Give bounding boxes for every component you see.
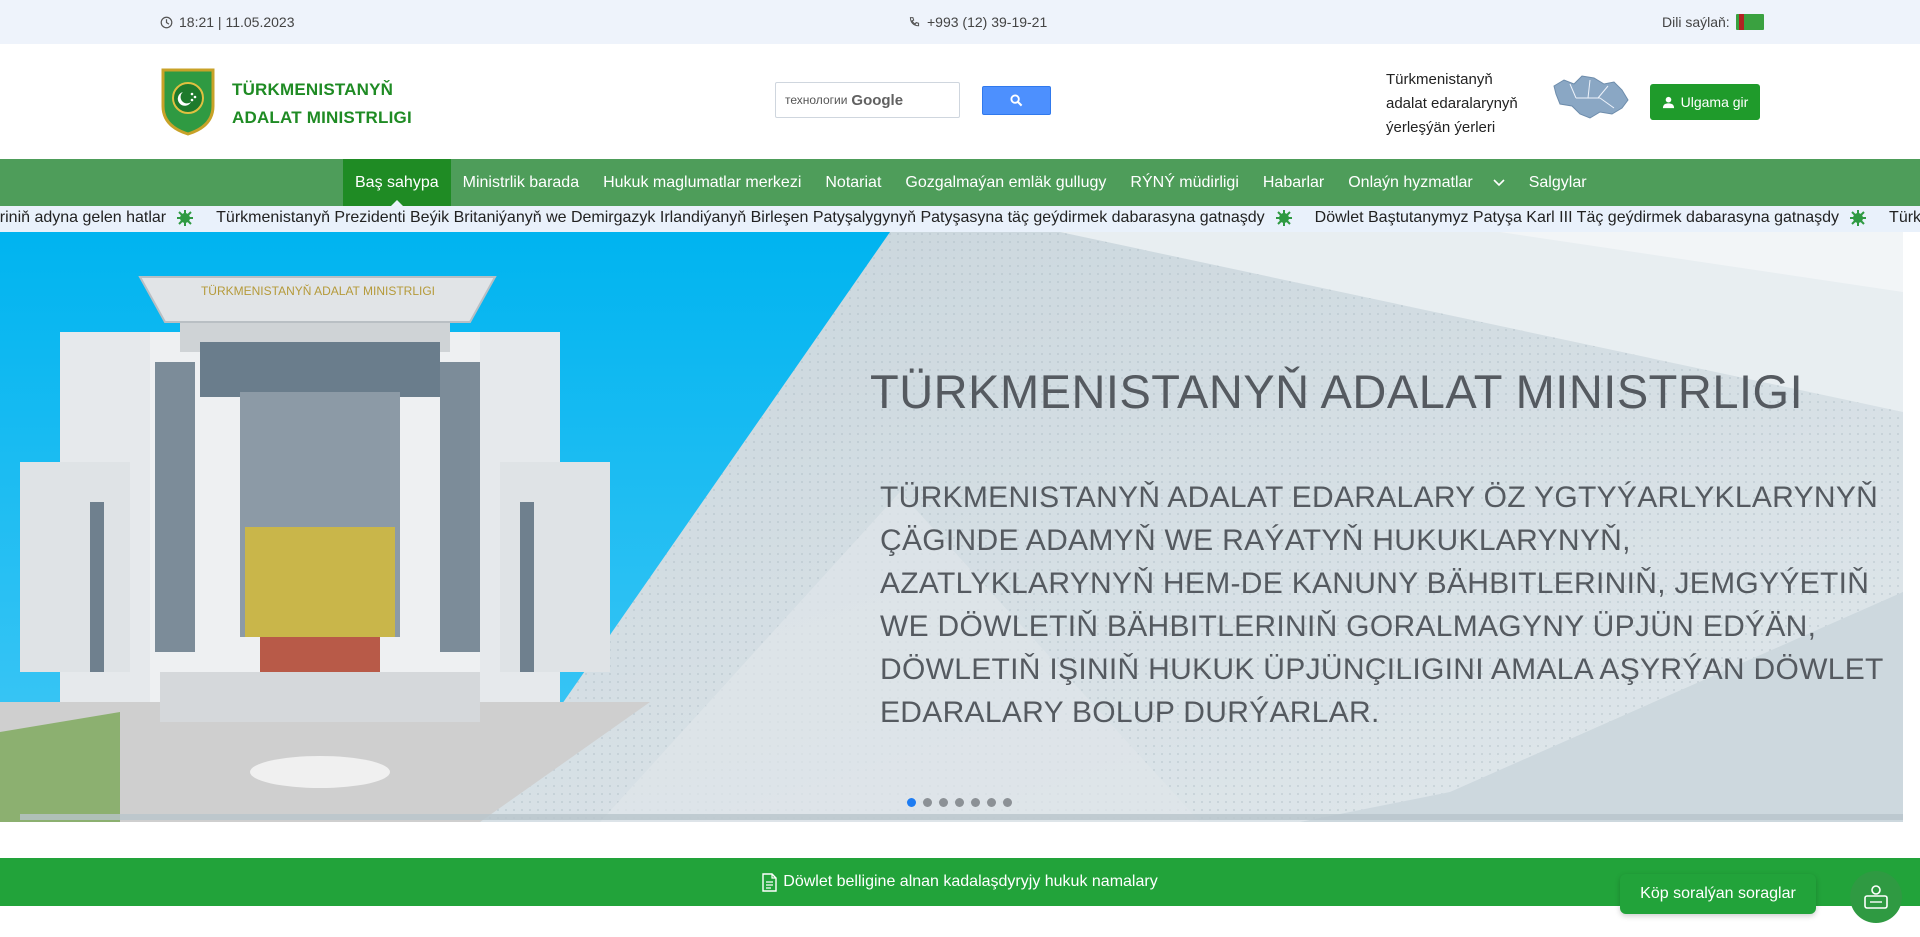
search-icon	[1010, 94, 1023, 107]
login-button[interactable]: Ulgama gir	[1650, 84, 1760, 120]
main-navigation: Baş sahypa Ministrlik barada Hukuk maglu…	[0, 159, 1920, 206]
locations-link[interactable]: Türkmenistanyň adalat edaralarynyň ýerle…	[1386, 68, 1536, 140]
emblem-separator-icon	[1850, 210, 1867, 226]
brand-line-1: TÜRKMENISTANYŇ	[232, 80, 394, 99]
emblem-logo-icon[interactable]	[159, 66, 217, 136]
nav-item-real-estate[interactable]: Gozgalmaýan emläk gullugy	[893, 159, 1118, 206]
brand-line-2: ADALAT MINISTRLIGI	[232, 108, 412, 127]
slider-dot[interactable]	[971, 798, 980, 807]
phone[interactable]: +993 (12) 39-19-21	[908, 14, 1047, 30]
support-person-icon	[1864, 885, 1888, 909]
nav-item-contacts[interactable]: Salgylar	[1517, 159, 1599, 206]
nav-item-legal-info-center[interactable]: Hukuk maglumatlar merkezi	[591, 159, 813, 206]
slide-title: TÜRKMENISTANYŇ ADALAT MINISTRLIGI	[870, 365, 1804, 418]
ticker-item[interactable]: deriniň adyna gelen hatlar	[0, 209, 166, 227]
slider-dot[interactable]	[939, 798, 948, 807]
slider-dot[interactable]	[987, 798, 996, 807]
news-ticker: deriniň adyna gelen hatlar Türkmenistany…	[0, 206, 1920, 232]
nav-item-notary[interactable]: Notariat	[813, 159, 893, 206]
search-input[interactable]: технологии Google	[775, 82, 960, 118]
ticker-item[interactable]: Türkmenistanyň Prezidenti Beýik Britaniý…	[216, 209, 1265, 227]
ministry-name[interactable]: TÜRKMENISTANYŇ ADALAT MINISTRLIGI	[232, 76, 412, 132]
hero-slider[interactable]: TÜRKMENISTANYŇ ADALAT MINISTRLIGI TÜRKME…	[0, 232, 1903, 822]
emblem-separator-icon	[177, 210, 194, 226]
nav-item-news[interactable]: Habarlar	[1251, 159, 1336, 206]
slider-dot[interactable]	[1003, 798, 1012, 807]
turkmenistan-map-icon[interactable]	[1550, 72, 1630, 124]
language-label: Dili saýlaň:	[1662, 14, 1730, 30]
google-brand: Google	[851, 91, 904, 109]
datetime-text: 18:21 | 11.05.2023	[179, 14, 295, 30]
nav-item-home[interactable]: Baş sahypa	[343, 159, 451, 206]
phone-icon	[909, 16, 920, 26]
clock-icon	[160, 16, 173, 28]
ticker-item[interactable]: Türkmenist	[1889, 209, 1920, 227]
login-label: Ulgama gir	[1680, 94, 1749, 110]
slider-pagination	[907, 798, 1012, 807]
search-placeholder: технологии	[785, 93, 848, 107]
chevron-down-icon	[1493, 178, 1505, 186]
nav-item-online-services[interactable]: Onlaýn hyzmatlar	[1336, 159, 1485, 206]
search-button[interactable]	[982, 86, 1051, 115]
legal-acts-label: Döwlet belligine alnan kadalaşdyryjy huk…	[783, 873, 1158, 890]
phone-text[interactable]: +993 (12) 39-19-21	[927, 14, 1047, 30]
turkmenistan-flag-icon[interactable]	[1735, 14, 1764, 30]
emblem-separator-icon	[1275, 210, 1292, 226]
faq-chat-icon[interactable]	[1850, 871, 1902, 923]
svg-text:TÜRKMENISTANYŇ ADALAT MINISTRL: TÜRKMENISTANYŇ ADALAT MINISTRLIGI	[201, 283, 435, 298]
top-info-bar: 18:21 | 11.05.2023 +993 (12) 39-19-21 Di…	[0, 0, 1920, 44]
slider-dot[interactable]	[955, 798, 964, 807]
user-icon	[1662, 96, 1674, 108]
site-header: TÜRKMENISTANYŇ ADALAT MINISTRLIGI технол…	[0, 44, 1920, 159]
nav-dropdown-toggle[interactable]	[1485, 159, 1517, 206]
ticker-item[interactable]: Döwlet Baştutanymyz Patyşa Karl III Täç …	[1315, 209, 1839, 227]
slide-body-text: TÜRKMENISTANYŇ ADALAT EDARALARY ÖZ YGTYÝ…	[880, 481, 1884, 729]
datetime: 18:21 | 11.05.2023	[160, 14, 294, 30]
slider-dot[interactable]	[907, 798, 916, 807]
document-icon	[762, 872, 777, 892]
nav-item-ryny[interactable]: RÝNÝ müdirligi	[1118, 159, 1250, 206]
faq-button[interactable]: Köp soralýan soraglar	[1620, 874, 1816, 914]
nav-item-about[interactable]: Ministrlik barada	[451, 159, 591, 206]
slider-dot[interactable]	[923, 798, 932, 807]
language-selector[interactable]: Dili saýlaň:	[1662, 14, 1764, 30]
